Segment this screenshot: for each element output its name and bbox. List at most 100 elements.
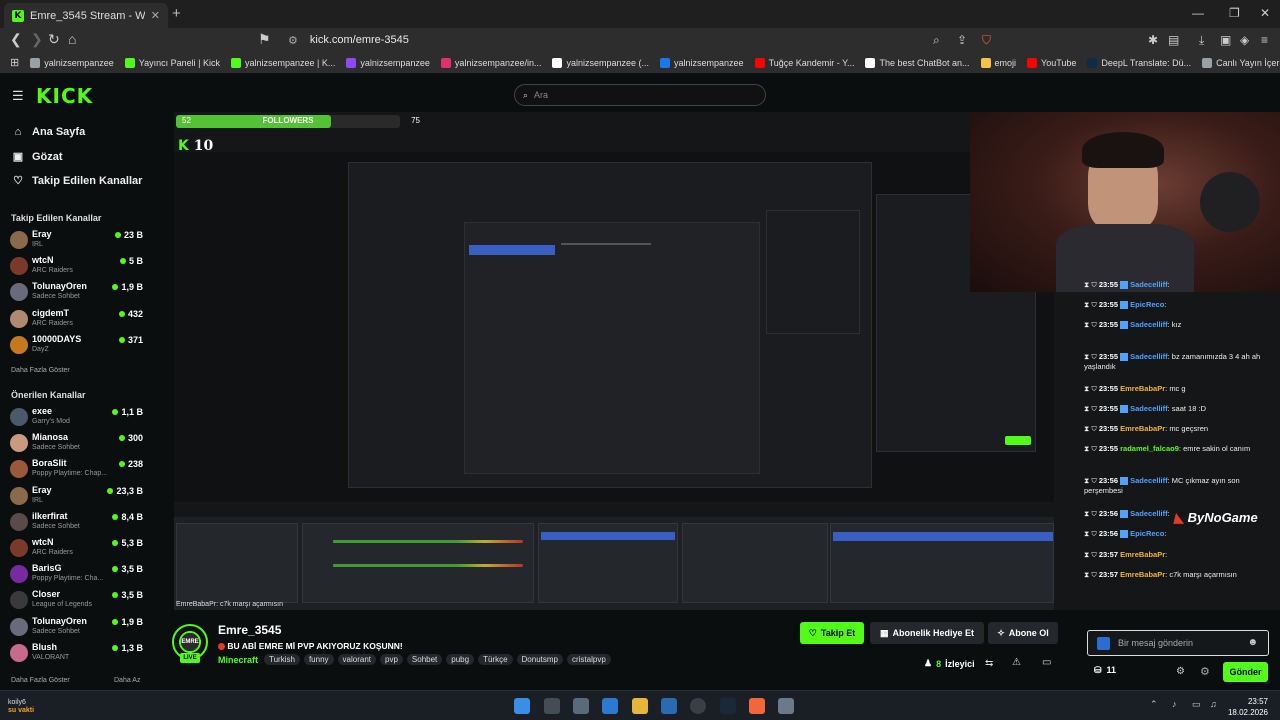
stream-tag[interactable]: Sohbet	[406, 654, 443, 665]
channel-item[interactable]: 10000DAYS DayZ 371	[10, 334, 150, 360]
bookmark-item[interactable]: Tuğçe Kandemir - Y...	[754, 57, 854, 68]
close-window-icon[interactable]: ✕	[1260, 6, 1270, 20]
chat-username[interactable]: Sadecelliff	[1130, 404, 1168, 413]
channel-item[interactable]: cigdemT ARC Raiders 432	[10, 308, 150, 334]
site-info-icon[interactable]: ⚙	[288, 34, 298, 47]
recommended-show-more[interactable]: Daha Fazla Göster	[11, 677, 70, 684]
nav-following[interactable]: ♡ Takip Edilen Kanallar	[12, 174, 142, 188]
network-icon[interactable]: ▭	[1192, 699, 1201, 710]
url-bar[interactable]: ⚙ kick.com/emre-3545	[280, 30, 1000, 50]
browser-tab[interactable]: K Emre_3545 Stream - Watch L... ✕	[4, 3, 168, 28]
channel-item[interactable]: TolunayOren Sadece Sohbet 1,9 B	[10, 616, 150, 642]
bookmark-item[interactable]: yalnizsempanzee (...	[552, 57, 649, 68]
chat-username[interactable]: EmreBabaPr	[1120, 550, 1165, 559]
brave-icon[interactable]	[749, 698, 765, 714]
bookmark-item[interactable]: emoji	[980, 57, 1016, 68]
channel-item[interactable]: wtcN ARC Raiders 5,3 B	[10, 537, 150, 563]
chat-username[interactable]: Sadecelliff	[1130, 476, 1168, 485]
minimize-icon[interactable]: —	[1192, 6, 1204, 20]
bookmark-item[interactable]: yalnizsempanzee	[660, 57, 744, 68]
chat-username[interactable]: Sadecelliff	[1130, 280, 1168, 289]
channel-item[interactable]: BarisG Poppy Playtime: Cha... 3,5 B	[10, 563, 150, 589]
channel-item[interactable]: exee Garry's Mod 1,1 B	[10, 406, 150, 432]
share-icon[interactable]: ⇪	[957, 33, 967, 47]
channel-item[interactable]: Eray IRL 23 B	[10, 229, 150, 255]
search-input[interactable]: ⌕ Ara	[514, 84, 766, 106]
channel-item[interactable]: wtcN ARC Raiders 5 B	[10, 255, 150, 281]
bookmark-item[interactable]: Canlı Yayın İçerikleri	[1202, 57, 1280, 68]
video-player[interactable]: 52 FOLLOWERS 75 K 10 EmreBabaPr: c7k mar…	[174, 112, 1280, 610]
new-tab-icon[interactable]: +	[172, 5, 181, 22]
send-button[interactable]: Gönder	[1223, 662, 1268, 682]
weather-widget[interactable]: koily6 su vakti	[8, 699, 34, 715]
vpn-icon[interactable]: ◈	[1240, 33, 1249, 47]
chat-username[interactable]: EmreBabaPr	[1120, 570, 1165, 579]
zoom-search-icon[interactable]: ⌕	[933, 33, 940, 48]
nav-home[interactable]: ⌂ Ana Sayfa	[12, 126, 86, 138]
channel-item[interactable]: Eray IRL 23,3 B	[10, 485, 150, 511]
app-icon[interactable]	[778, 698, 794, 714]
chat-settings-icon[interactable]: ⚙	[1176, 666, 1185, 677]
chat-identity-icon[interactable]	[1097, 637, 1110, 650]
gift-subscription-button[interactable]: ▦ Abonelik Hediye Et	[870, 622, 984, 644]
downloads-icon[interactable]: ⤓	[1199, 33, 1204, 48]
bookmark-item[interactable]: yalnizsempanzee/in...	[440, 57, 541, 68]
tray-chevron-icon[interactable]: ⌃	[1150, 699, 1158, 710]
chat-username[interactable]: EmreBabaPr	[1120, 424, 1165, 433]
stream-tag[interactable]: Turkish	[264, 654, 300, 665]
bookmark-item[interactable]: YouTube	[1027, 57, 1076, 68]
chat-username[interactable]: radamel_falcao9	[1120, 444, 1179, 453]
hamburger-menu-icon[interactable]: ☰	[12, 88, 24, 104]
channel-item[interactable]: BoraSlit Poppy Playtime: Chap... 238	[10, 458, 150, 484]
wallet-icon[interactable]: ▣	[1220, 33, 1231, 47]
sidebar-toggle-icon[interactable]: ▤	[1168, 33, 1179, 47]
channel-item[interactable]: Mianosa Sadece Sohbet 300	[10, 432, 150, 458]
nav-browse[interactable]: ▣ Gözat	[12, 150, 63, 164]
close-tab-icon[interactable]: ✕	[151, 9, 160, 22]
task-view-icon[interactable]	[544, 698, 560, 714]
maximize-icon[interactable]: ❐	[1229, 6, 1240, 20]
home-browser-icon[interactable]: ⌂	[68, 31, 76, 47]
chat-username[interactable]: EpicReco	[1130, 529, 1164, 538]
store-icon[interactable]	[602, 698, 618, 714]
chat-username[interactable]: EmreBabaPr	[1120, 384, 1165, 393]
recommended-show-less[interactable]: Daha Az	[114, 677, 140, 684]
bookmark-item[interactable]: The best ChatBot an...	[865, 57, 970, 68]
chat-bot-icon[interactable]: ⚙	[1200, 665, 1210, 678]
channel-item[interactable]: Closer League of Legends 3,5 B	[10, 589, 150, 615]
follow-button[interactable]: ♡ Takip Et	[800, 622, 864, 644]
chat-username[interactable]: EpicReco	[1130, 300, 1164, 309]
stream-tag[interactable]: funny	[303, 654, 334, 665]
menu-icon[interactable]: ≡	[1261, 33, 1268, 47]
microphone-icon[interactable]: ♪	[1172, 699, 1177, 709]
extensions-icon[interactable]: ✱	[1148, 33, 1158, 47]
obs-icon[interactable]	[690, 698, 706, 714]
stream-tag[interactable]: pubg	[446, 654, 475, 665]
back-icon[interactable]: ❮	[10, 31, 22, 48]
stream-tag[interactable]: Türkçe	[478, 654, 513, 665]
category-link[interactable]: Minecraft	[218, 655, 258, 665]
bookmark-icon[interactable]: ⚑	[258, 31, 271, 48]
outlook-icon[interactable]	[661, 698, 677, 714]
kick-logo[interactable]: KICK	[36, 84, 93, 108]
app-icon[interactable]	[573, 698, 589, 714]
bookmark-item[interactable]: yalnizsempanzee	[346, 57, 430, 68]
report-icon[interactable]: ⚠	[1012, 657, 1021, 668]
share-stream-icon[interactable]: ⇆	[985, 658, 993, 669]
brave-shield-icon[interactable]: ⛉	[982, 33, 991, 48]
steam-icon[interactable]	[720, 698, 736, 714]
theater-mode-icon[interactable]: ▭	[1042, 657, 1051, 668]
forward-icon[interactable]: ❯	[31, 31, 43, 48]
channel-item[interactable]: Blush VALORANT 1,3 B	[10, 642, 150, 668]
stream-tag[interactable]: pvp	[380, 654, 403, 665]
emoji-picker-icon[interactable]: ☻	[1247, 637, 1258, 648]
volume-icon[interactable]: ♫	[1210, 699, 1217, 709]
bookmark-item[interactable]: Yayıncı Paneli | Kick	[124, 57, 220, 68]
stream-tag[interactable]: cristalpvp	[566, 654, 611, 665]
chat-message-input[interactable]: Bir mesaj gönderin ☻	[1087, 630, 1269, 656]
start-icon[interactable]	[514, 698, 530, 714]
file-explorer-icon[interactable]	[632, 698, 648, 714]
apps-grid-icon[interactable]: ⊞	[10, 56, 19, 69]
channel-item[interactable]: ilkerfirat Sadece Sohbet 8,4 B	[10, 511, 150, 537]
channel-name[interactable]: Emre_3545	[218, 623, 281, 637]
